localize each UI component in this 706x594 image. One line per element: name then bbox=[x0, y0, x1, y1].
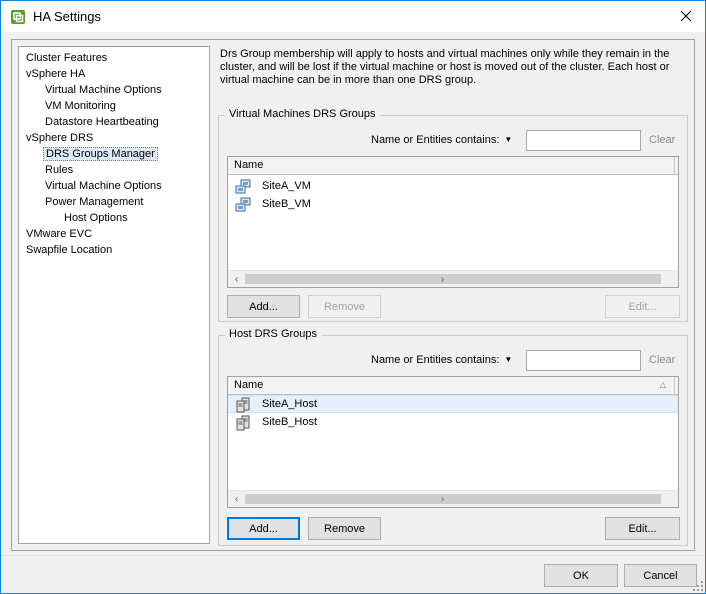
scroll-right-icon[interactable]: › bbox=[434, 491, 451, 507]
host-list-horizontal-scrollbar[interactable]: ‹ › bbox=[228, 490, 678, 507]
vm-edit-button[interactable]: Edit... bbox=[605, 295, 680, 318]
drs-groups-panel: Drs Group membership will apply to hosts… bbox=[218, 46, 690, 546]
nav-item-power-management[interactable]: Power Management bbox=[19, 194, 209, 210]
close-button[interactable] bbox=[667, 1, 705, 31]
vm-name-column-header[interactable]: Name bbox=[234, 159, 263, 171]
list-item[interactable]: SiteB_VM bbox=[228, 196, 678, 214]
host-group-icon bbox=[236, 415, 250, 431]
nav-item-host-options[interactable]: Host Options bbox=[19, 210, 209, 226]
vm-filter-input[interactable] bbox=[526, 130, 641, 151]
vm-drs-groups-box: Virtual Machines DRS Groups Name or Enti… bbox=[218, 108, 688, 322]
host-clear-link[interactable]: Clear bbox=[649, 354, 675, 366]
vm-groups-legend: Virtual Machines DRS Groups bbox=[225, 108, 380, 120]
host-drs-groups-box: Host DRS Groups Name or Entities contain… bbox=[218, 328, 688, 546]
footer-divider bbox=[1, 555, 705, 556]
column-divider bbox=[674, 377, 675, 395]
host-edit-button[interactable]: Edit... bbox=[605, 517, 680, 540]
host-list-header[interactable]: Name △ bbox=[228, 377, 678, 395]
host-filter-dropdown[interactable]: Name or Entities contains: ▼ bbox=[371, 354, 512, 366]
vm-list-header[interactable]: Name bbox=[228, 157, 678, 175]
list-item[interactable]: SiteA_Host bbox=[228, 395, 678, 413]
vm-group-icon bbox=[235, 179, 251, 194]
description-text: Drs Group membership will apply to hosts… bbox=[220, 48, 670, 86]
list-item-label: SiteB_VM bbox=[262, 198, 311, 210]
sort-ascending-icon: △ bbox=[659, 380, 666, 389]
host-group-icon bbox=[236, 397, 250, 413]
list-item[interactable]: SiteA_VM bbox=[228, 178, 678, 196]
scroll-left-icon[interactable]: ‹ bbox=[228, 271, 245, 287]
close-icon bbox=[680, 10, 692, 22]
column-divider bbox=[674, 157, 675, 175]
nav-item-vm-monitoring[interactable]: VM Monitoring bbox=[19, 98, 209, 114]
host-add-button[interactable]: Add... bbox=[227, 517, 300, 540]
vm-remove-button[interactable]: Remove bbox=[308, 295, 381, 318]
host-name-column-header[interactable]: Name bbox=[234, 379, 263, 391]
host-groups-legend: Host DRS Groups bbox=[225, 328, 322, 340]
list-item-label: SiteA_Host bbox=[262, 398, 318, 410]
nav-item-datastore-heartbeating[interactable]: Datastore Heartbeating bbox=[19, 114, 209, 130]
settings-content: Cluster Features vSphere HA Virtual Mach… bbox=[11, 39, 695, 551]
scroll-thumb[interactable] bbox=[245, 494, 661, 504]
host-filter-input[interactable] bbox=[526, 350, 641, 371]
vm-filter-label: Name or Entities contains: bbox=[371, 134, 500, 146]
chevron-down-icon: ▼ bbox=[504, 355, 513, 364]
nav-item-drs-virtual-machine-options[interactable]: Virtual Machine Options bbox=[19, 178, 209, 194]
window-title: HA Settings bbox=[33, 9, 101, 24]
vm-clear-link[interactable]: Clear bbox=[649, 134, 675, 146]
scroll-left-icon[interactable]: ‹ bbox=[228, 491, 245, 507]
nav-item-ha-virtual-machine-options[interactable]: Virtual Machine Options bbox=[19, 82, 209, 98]
nav-item-vsphere-drs[interactable]: vSphere DRS bbox=[19, 130, 209, 146]
vm-filter-dropdown[interactable]: Name or Entities contains: ▼ bbox=[371, 134, 512, 146]
list-item-label: SiteB_Host bbox=[262, 416, 318, 428]
nav-item-vsphere-ha[interactable]: vSphere HA bbox=[19, 66, 209, 82]
nav-item-vmware-evc[interactable]: VMware EVC bbox=[19, 226, 209, 242]
vm-list-horizontal-scrollbar[interactable]: ‹ › bbox=[228, 270, 678, 287]
cancel-button[interactable]: Cancel bbox=[624, 564, 697, 587]
vm-group-icon bbox=[235, 197, 251, 212]
scroll-thumb[interactable] bbox=[245, 274, 661, 284]
nav-item-rules[interactable]: Rules bbox=[19, 162, 209, 178]
settings-nav-tree: Cluster Features vSphere HA Virtual Mach… bbox=[18, 46, 210, 544]
host-groups-list[interactable]: Name △ SiteA_Host SiteB_Host ‹ › bbox=[227, 376, 679, 508]
vsphere-app-icon bbox=[11, 10, 25, 24]
host-remove-button[interactable]: Remove bbox=[308, 517, 381, 540]
scroll-right-icon[interactable]: › bbox=[434, 271, 451, 287]
title-bar: HA Settings bbox=[1, 1, 705, 32]
resize-grip-icon[interactable] bbox=[693, 581, 703, 591]
nav-item-swapfile-location[interactable]: Swapfile Location bbox=[19, 242, 209, 258]
vm-groups-list[interactable]: Name SiteA_VM SiteB_VM ‹ › bbox=[227, 156, 679, 288]
host-filter-label: Name or Entities contains: bbox=[371, 354, 500, 366]
nav-item-cluster-features[interactable]: Cluster Features bbox=[19, 50, 209, 66]
list-item-label: SiteA_VM bbox=[262, 180, 311, 192]
list-item[interactable]: SiteB_Host bbox=[228, 414, 678, 432]
nav-item-drs-groups-manager[interactable]: DRS Groups Manager bbox=[19, 146, 209, 162]
chevron-down-icon: ▼ bbox=[504, 135, 513, 144]
ok-button[interactable]: OK bbox=[544, 564, 618, 587]
vm-add-button[interactable]: Add... bbox=[227, 295, 300, 318]
ha-settings-window: HA Settings Cluster Features vSphere HA … bbox=[0, 0, 706, 594]
